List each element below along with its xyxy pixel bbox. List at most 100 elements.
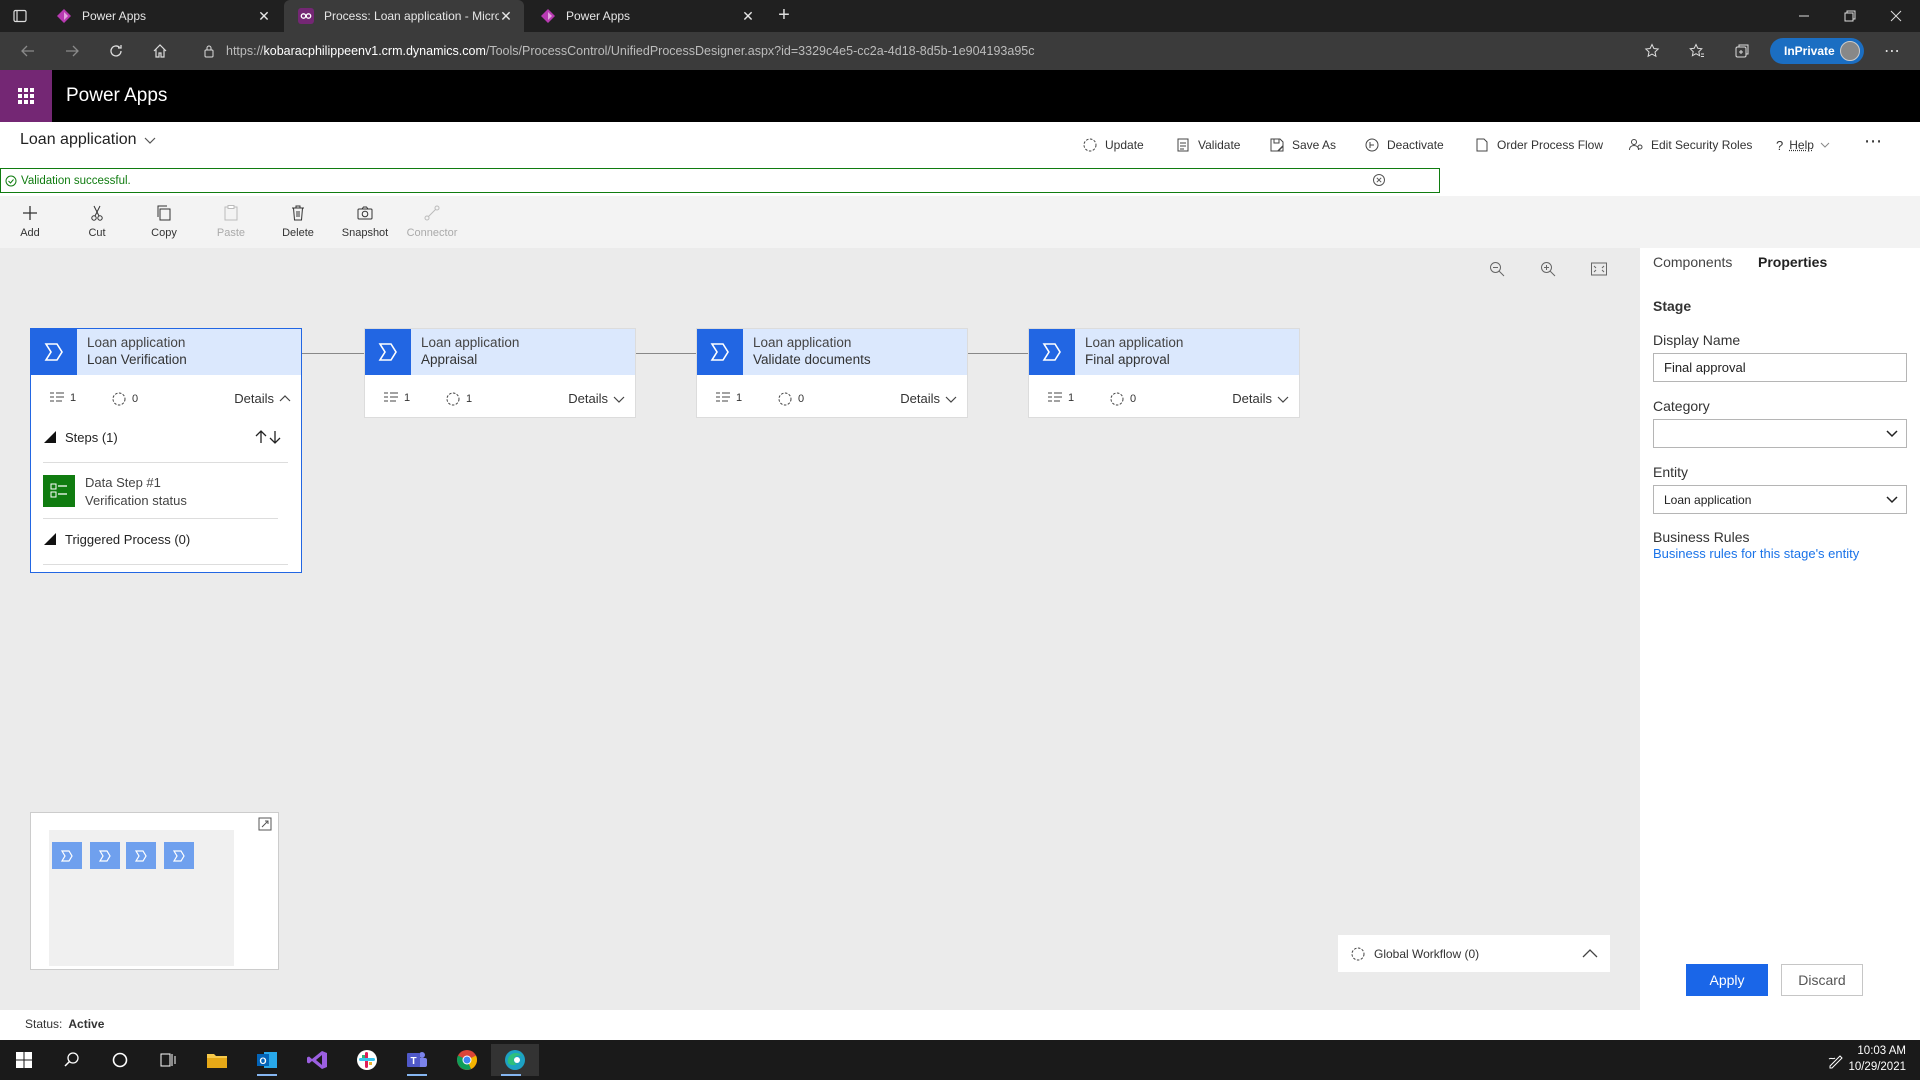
help-button[interactable]: ? Help — [1776, 136, 1837, 154]
copy-button[interactable]: Copy — [134, 204, 194, 239]
stage-header[interactable]: Loan application Validate documents — [697, 329, 967, 375]
system-clock[interactable]: 10:03 AM 10/29/2021 — [1848, 1043, 1906, 1075]
stage-card-validate-documents[interactable]: Loan application Validate documents 1 0 … — [696, 328, 968, 418]
slack-icon[interactable] — [347, 1044, 387, 1076]
connector-button[interactable]: Connector — [402, 204, 462, 239]
details-toggle[interactable]: Details — [1232, 391, 1289, 406]
deactivate-button[interactable]: Deactivate — [1364, 136, 1444, 154]
close-window-icon[interactable] — [1873, 0, 1919, 32]
tab-components[interactable]: Components — [1653, 254, 1732, 270]
display-name-field[interactable]: Final approval — [1653, 353, 1907, 382]
validate-button[interactable]: Validate — [1175, 136, 1240, 154]
teams-icon[interactable]: T — [397, 1044, 437, 1076]
outlook-icon[interactable]: O — [247, 1044, 287, 1076]
favorites-add-icon[interactable] — [1638, 39, 1666, 63]
dismiss-banner-icon[interactable] — [1371, 172, 1387, 188]
security-roles-icon — [1629, 139, 1643, 151]
steps-section[interactable]: Steps (1) — [43, 427, 293, 447]
collapse-triangle-icon — [44, 431, 56, 443]
inprivate-badge[interactable]: InPrivate — [1770, 38, 1864, 64]
save-as-icon — [1270, 138, 1284, 152]
browser-tab-2[interactable]: Process: Loan application - Micro ✕ — [284, 0, 524, 32]
tab-properties[interactable]: Properties — [1758, 254, 1827, 270]
move-up-icon[interactable] — [255, 430, 267, 444]
app-launcher-icon[interactable] — [0, 70, 52, 122]
refresh-icon[interactable] — [102, 39, 130, 63]
category-select[interactable] — [1653, 419, 1907, 448]
details-toggle[interactable]: Details — [568, 391, 625, 406]
app-title[interactable]: Power Apps — [66, 85, 167, 107]
collections-icon[interactable] — [1728, 39, 1756, 63]
stage-card-final-approval[interactable]: Loan application Final approval 1 0 Deta… — [1028, 328, 1300, 418]
snapshot-button[interactable]: Snapshot — [335, 204, 395, 239]
restore-icon[interactable] — [1827, 0, 1873, 32]
chevron-up-icon[interactable] — [1582, 947, 1598, 959]
minimize-icon[interactable] — [1781, 0, 1827, 32]
minimap-collapse-icon[interactable] — [258, 817, 272, 831]
zoom-out-icon[interactable] — [1488, 260, 1506, 278]
forward-icon[interactable] — [58, 39, 86, 63]
apply-button[interactable]: Apply — [1686, 964, 1768, 996]
visual-studio-icon[interactable] — [297, 1044, 337, 1076]
cut-button[interactable]: Cut — [67, 204, 127, 239]
chevron-down-icon — [945, 396, 957, 403]
add-button[interactable]: Add — [0, 204, 60, 239]
business-rules-link[interactable]: Business rules for this stage's entity — [1653, 546, 1859, 561]
edit-security-roles-button[interactable]: Edit Security Roles — [1628, 136, 1752, 154]
tab-actions-button[interactable] — [12, 8, 28, 24]
stage-icon — [365, 329, 411, 375]
task-view-icon[interactable] — [148, 1044, 188, 1076]
more-commands-icon[interactable]: ⋯ — [1864, 131, 1882, 151]
update-button[interactable]: Update — [1082, 136, 1144, 154]
details-toggle[interactable]: Details — [900, 391, 957, 406]
add-icon — [23, 206, 37, 220]
close-tab-icon[interactable]: ✕ — [740, 8, 756, 24]
tab-title: Power Apps — [566, 9, 631, 23]
close-tab-icon[interactable]: ✕ — [256, 8, 272, 24]
chrome-icon[interactable] — [447, 1044, 487, 1076]
discard-button[interactable]: Discard — [1781, 964, 1863, 996]
global-workflow-panel[interactable]: Global Workflow (0) — [1338, 935, 1610, 972]
stage-card-loan-verification[interactable]: Loan application Loan Verification 1 0 D… — [30, 328, 302, 573]
file-explorer-icon[interactable] — [197, 1044, 237, 1076]
workflow-icon — [446, 392, 460, 406]
start-icon[interactable] — [4, 1044, 44, 1076]
stage-header[interactable]: Loan application Final approval — [1029, 329, 1299, 375]
pen-icon[interactable] — [1827, 1051, 1845, 1069]
design-canvas[interactable]: Loan application Loan Verification 1 0 D… — [0, 248, 1640, 1010]
minimap[interactable] — [30, 812, 279, 970]
chevron-down-icon — [613, 396, 625, 403]
divider — [43, 462, 288, 463]
cortana-icon[interactable] — [100, 1044, 140, 1076]
details-toggle[interactable]: Details — [234, 391, 291, 406]
favorites-icon[interactable] — [1683, 39, 1711, 63]
edge-icon[interactable] — [491, 1044, 539, 1076]
url-field[interactable]: https://kobaracphilippeenv1.crm.dynamics… — [192, 36, 1637, 66]
back-icon[interactable] — [14, 39, 42, 63]
more-options-icon[interactable]: ⋯ — [1878, 39, 1906, 63]
paste-button[interactable]: Paste — [201, 204, 261, 239]
new-tab-icon[interactable]: + — [774, 5, 794, 26]
data-step-title: Data Step #1 — [85, 475, 161, 490]
browser-tab-1[interactable]: Power Apps ✕ — [42, 0, 282, 32]
stage-card-appraisal[interactable]: Loan application Appraisal 1 1 Details — [364, 328, 636, 418]
triggered-process-section[interactable]: Triggered Process (0) — [43, 529, 293, 549]
process-title[interactable]: Loan application — [20, 131, 157, 149]
check-circle-icon — [5, 175, 17, 186]
save-as-button[interactable]: Save As — [1269, 136, 1336, 154]
stage-header[interactable]: Loan application Appraisal — [365, 329, 635, 375]
stage-header[interactable]: Loan application Loan Verification — [31, 329, 301, 375]
minimap-viewport[interactable] — [49, 830, 234, 966]
help-label: Help — [1789, 138, 1814, 152]
order-process-flow-button[interactable]: Order Process Flow — [1474, 136, 1603, 154]
search-icon[interactable] — [52, 1044, 92, 1076]
move-down-icon[interactable] — [269, 430, 281, 444]
data-step-item[interactable]: Data Step #1 Verification status — [43, 469, 288, 511]
entity-select[interactable]: Loan application — [1653, 485, 1907, 514]
delete-button[interactable]: Delete — [268, 204, 328, 239]
home-icon[interactable] — [146, 39, 174, 63]
close-tab-icon[interactable]: ✕ — [498, 8, 514, 24]
fit-to-screen-icon[interactable] — [1590, 260, 1608, 278]
browser-tab-3[interactable]: Power Apps ✕ — [526, 0, 766, 32]
zoom-in-icon[interactable] — [1539, 260, 1557, 278]
